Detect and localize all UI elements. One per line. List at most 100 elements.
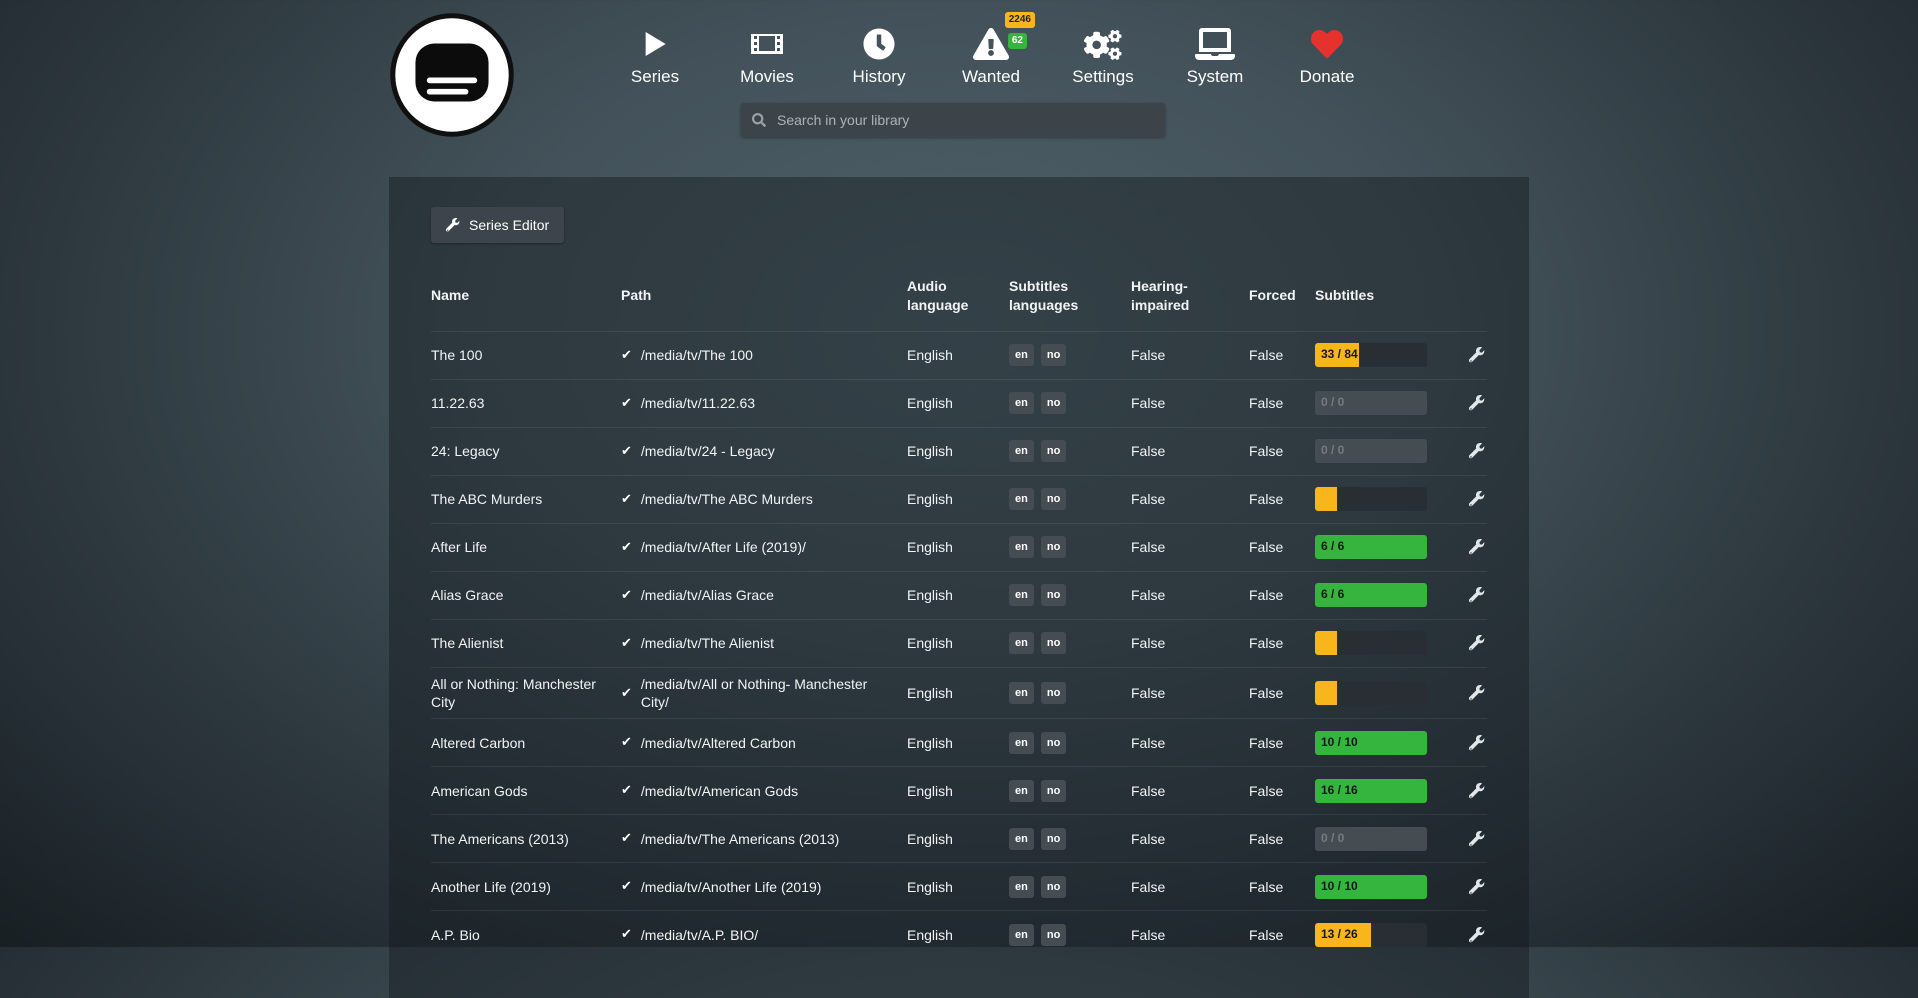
series-path: ✔ /media/tv/Another Life (2019) — [621, 878, 907, 896]
column-header-subtitles: Subtitles — [1315, 286, 1447, 305]
subtitles-progress-label: 6 / 6 — [1321, 587, 1344, 603]
check-icon: ✔ — [621, 491, 632, 508]
nav-wanted[interactable]: 2246 62 Wanted — [949, 22, 1033, 87]
subtitles-progress-bar: 10 / 10 — [1315, 731, 1427, 755]
check-icon: ✔ — [621, 635, 632, 652]
subtitles-progress-bar — [1315, 631, 1427, 655]
subtitle-language-badge: en — [1009, 440, 1034, 462]
check-icon: ✔ — [621, 878, 632, 895]
hearing-impaired-value: False — [1131, 734, 1249, 752]
nav-series[interactable]: Series — [613, 22, 697, 87]
wrench-icon — [1469, 587, 1485, 603]
series-name[interactable]: The 100 — [431, 346, 621, 364]
table-row: 11.22.63 ✔ /media/tv/11.22.63 English en… — [431, 379, 1487, 427]
edit-series-button[interactable] — [1467, 827, 1487, 851]
series-name[interactable]: Altered Carbon — [431, 734, 621, 752]
edit-series-button[interactable] — [1467, 583, 1487, 607]
wrench-icon — [1469, 491, 1485, 507]
subtitles-progress-bar: 13 / 26 — [1315, 923, 1427, 947]
edit-series-button[interactable] — [1467, 731, 1487, 755]
series-name[interactable]: After Life — [431, 538, 621, 556]
subtitles-progress-bar: 0 / 0 — [1315, 439, 1427, 463]
table-row: Alias Grace ✔ /media/tv/Alias Grace Engl… — [431, 571, 1487, 619]
subtitles-progress-label: 0 / 0 — [1321, 443, 1344, 459]
edit-series-button[interactable] — [1467, 391, 1487, 415]
wrench-icon — [1469, 685, 1485, 701]
subtitle-language-badge: en — [1009, 828, 1034, 850]
series-name[interactable]: 24: Legacy — [431, 442, 621, 460]
hearing-impaired-value: False — [1131, 490, 1249, 508]
check-icon: ✔ — [621, 830, 632, 847]
series-name[interactable]: A.P. Bio — [431, 926, 621, 944]
search-input[interactable] — [775, 111, 1154, 129]
series-name[interactable]: All or Nothing: Manchester City — [431, 675, 621, 711]
edit-series-button[interactable] — [1467, 439, 1487, 463]
subtitle-languages: enno — [1009, 632, 1131, 654]
subtitles-progress-bar: 10 / 10 — [1315, 875, 1427, 899]
series-table-body: The 100 ✔ /media/tv/The 100 English enno… — [431, 331, 1487, 958]
series-editor-button[interactable]: Series Editor — [431, 207, 564, 243]
forced-value: False — [1249, 684, 1315, 702]
nav-series-label: Series — [631, 67, 679, 87]
subtitles-progress-bar: 16 / 16 — [1315, 779, 1427, 803]
subtitle-languages: enno — [1009, 732, 1131, 754]
table-row: After Life ✔ /media/tv/After Life (2019)… — [431, 523, 1487, 571]
subtitle-language-badge: en — [1009, 488, 1034, 510]
nav-settings[interactable]: Settings — [1061, 22, 1145, 87]
wanted-series-count-badge: 2246 — [1005, 12, 1035, 28]
forced-value: False — [1249, 734, 1315, 752]
series-name[interactable]: The Americans (2013) — [431, 830, 621, 848]
series-name[interactable]: American Gods — [431, 782, 621, 800]
check-icon: ✔ — [621, 395, 632, 412]
audio-language: English — [907, 782, 1009, 800]
forced-value: False — [1249, 346, 1315, 364]
forced-value: False — [1249, 538, 1315, 556]
nav-movies[interactable]: Movies — [725, 22, 809, 87]
gears-icon — [1084, 22, 1122, 60]
nav-history[interactable]: History — [837, 22, 921, 87]
subtitles-progress-label: 10 / 10 — [1321, 735, 1358, 751]
table-row: 24: Legacy ✔ /media/tv/24 - Legacy Engli… — [431, 427, 1487, 475]
subtitle-language-badge: en — [1009, 584, 1034, 606]
edit-series-button[interactable] — [1467, 487, 1487, 511]
table-row: A.P. Bio ✔ /media/tv/A.P. BIO/ English e… — [431, 910, 1487, 958]
subtitle-languages: enno — [1009, 488, 1131, 510]
check-icon: ✔ — [621, 347, 632, 364]
wrench-icon — [1469, 443, 1485, 459]
wrench-icon — [1469, 831, 1485, 847]
series-name[interactable]: The Alienist — [431, 634, 621, 652]
subtitles-progress-label: 13 / 26 — [1321, 927, 1358, 943]
hearing-impaired-value: False — [1131, 538, 1249, 556]
forced-value: False — [1249, 394, 1315, 412]
series-path: ✔ /media/tv/The Americans (2013) — [621, 830, 907, 848]
edit-series-button[interactable] — [1467, 343, 1487, 367]
subtitle-language-badge: no — [1041, 488, 1066, 510]
column-header-forced: Forced — [1249, 286, 1315, 305]
series-path: ✔ /media/tv/After Life (2019)/ — [621, 538, 907, 556]
edit-series-button[interactable] — [1467, 875, 1487, 899]
column-header-hi: Hearing-impaired — [1131, 277, 1249, 315]
series-name[interactable]: Alias Grace — [431, 586, 621, 604]
subtitles-progress-bar — [1315, 487, 1427, 511]
subtitle-language-badge: no — [1041, 632, 1066, 654]
series-panel: Series Editor Name Path Audio language S… — [389, 177, 1529, 998]
nav-system[interactable]: System — [1173, 22, 1257, 87]
wrench-icon — [1469, 927, 1485, 943]
edit-series-button[interactable] — [1467, 631, 1487, 655]
audio-language: English — [907, 586, 1009, 604]
subtitle-language-badge: no — [1041, 536, 1066, 558]
series-name[interactable]: 11.22.63 — [431, 394, 621, 412]
edit-series-button[interactable] — [1467, 923, 1487, 947]
edit-series-button[interactable] — [1467, 681, 1487, 705]
subtitle-languages: enno — [1009, 344, 1131, 366]
nav-donate[interactable]: Donate — [1285, 22, 1369, 87]
series-name[interactable]: The ABC Murders — [431, 490, 621, 508]
subtitles-progress-label: 16 / 16 — [1321, 783, 1358, 799]
edit-series-button[interactable] — [1467, 535, 1487, 559]
series-name[interactable]: Another Life (2019) — [431, 878, 621, 896]
table-row: The 100 ✔ /media/tv/The 100 English enno… — [431, 331, 1487, 379]
subtitle-language-badge: en — [1009, 780, 1034, 802]
app-logo[interactable] — [389, 12, 515, 138]
edit-series-button[interactable] — [1467, 779, 1487, 803]
series-path: ✔ /media/tv/The Alienist — [621, 634, 907, 652]
